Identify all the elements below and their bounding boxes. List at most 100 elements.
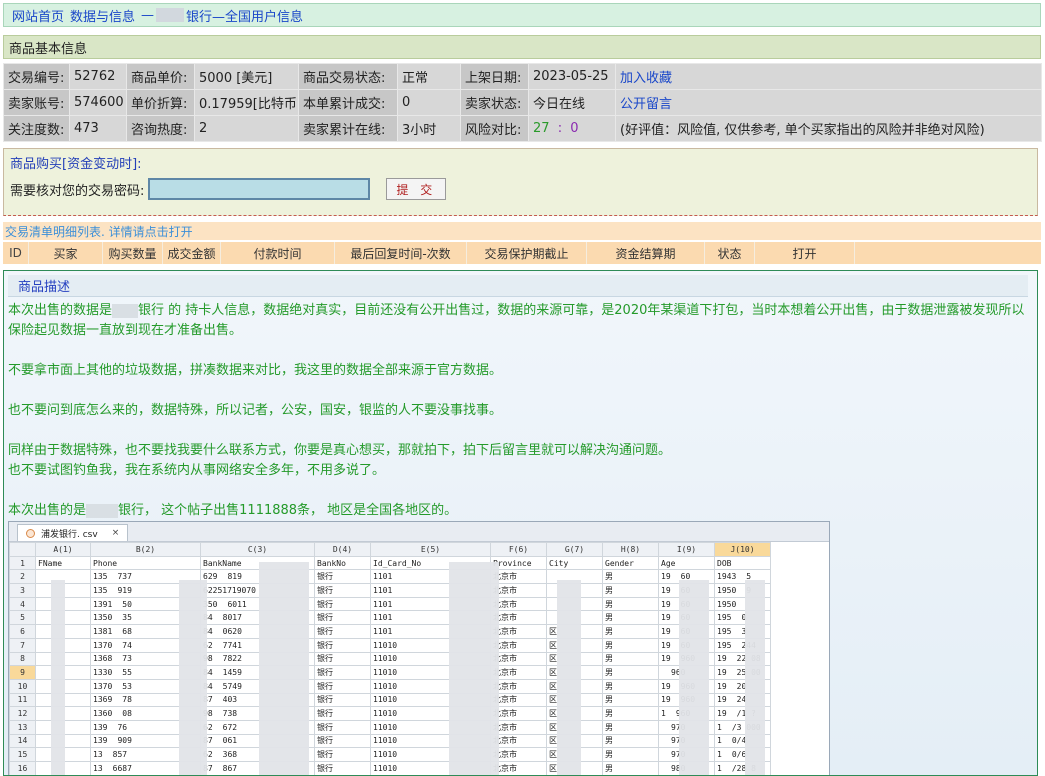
grid-cell-text: 区 (549, 640, 557, 650)
grid-cell: 男 (602, 692, 659, 708)
grid-cell: 银行 (314, 733, 371, 749)
attention-value: 473 (69, 115, 127, 142)
grid-row-number: 8 (9, 651, 36, 667)
grid-cell-text: 银行 (317, 585, 333, 595)
grid-cell-text: 男 (605, 668, 613, 678)
description-paragraph: 本次出售的是 银行， 这个帖子出售1111888条， 地区是全国各地区的。 (8, 501, 1034, 521)
seller-status-value: 今日在线 (528, 89, 616, 116)
price-conversion-value: 0.17959[比特币] (194, 89, 299, 116)
grid-cell-text: 男 (605, 695, 613, 705)
grid-cell-text: 男 (605, 613, 613, 623)
grid-cell-text: 11010 (373, 750, 398, 760)
grid-cell-text: 19 (661, 640, 671, 650)
grid-cell: 银行 (314, 596, 371, 612)
grid-cell-text: 403 (222, 695, 238, 705)
blur-overlay (449, 562, 499, 775)
grid-cell: 男 (602, 610, 659, 626)
breadcrumb: 网站首页 数据与信息 — 银行—全国用户信息 (3, 3, 1041, 27)
grid-cell-text: 19 (661, 599, 671, 609)
grid-cell-text: 银行 (317, 722, 333, 732)
grid-cell-text: 银行 (317, 668, 333, 678)
grid-cell: DOB (714, 555, 771, 571)
grid-cell-text: 9 (20, 668, 25, 678)
trade-password-input[interactable] (148, 178, 371, 200)
grid-cell-text: 男 (605, 736, 613, 746)
col-protection: 交易保护期截止 (467, 242, 587, 264)
grid-cell-text: 1101 (373, 599, 393, 609)
description-paragraph: 也不要问到底怎么来的，数据特殊，所以记者，公安，国安，银监的人不要没事找事。 (8, 403, 503, 418)
submit-button[interactable]: 提 交 (386, 178, 447, 200)
grid-cell: 男 (602, 583, 659, 598)
grid-cell-text: 6011 (227, 599, 247, 609)
description-paragraph: 本次出售的数据是 银行 的 持卡人信息，数据绝对真实，目前还没有公开出售过，数据的… (8, 301, 1034, 341)
col-last-reply: 最后回复时间-次数 (335, 242, 467, 264)
blur-overlay (557, 580, 581, 775)
grid-cell-text: 15 (17, 750, 28, 760)
grid-cell-text: 76 (117, 722, 128, 732)
inquiry-heat-value: 2 (194, 115, 299, 142)
breadcrumb-section-link[interactable]: 数据与信息 (70, 6, 135, 25)
sheet-tabbar: 浦发银行. csv × (9, 522, 829, 542)
grid-cell-text: 857 (112, 750, 128, 760)
grid-cell-text: 8017 (222, 613, 242, 623)
grid-row-number: 12 (9, 706, 36, 721)
grid-row-number: 14 (9, 733, 36, 749)
grid-cell-text: 银行 (317, 640, 333, 650)
public-message-link[interactable]: 公开留言 (615, 89, 1042, 116)
grid-cell: Gender (602, 555, 659, 571)
breadcrumb-home-link[interactable]: 网站首页 (12, 6, 64, 25)
grid-row: 9133055841459银行11010北京市区男9601925 00 (9, 665, 771, 680)
col-buyer: 买家 (29, 242, 103, 264)
grid-cell-text: 银行 (317, 572, 333, 582)
grid-cell-text: 男 (605, 599, 613, 609)
col-settlement: 资金结算期 (587, 242, 705, 264)
grid-cell-text: 909 (117, 736, 132, 746)
grid-column-header: A(1) (35, 542, 91, 557)
trade-status-label: 商品交易状态: (298, 63, 398, 90)
grid-cell-text: 50 (122, 599, 132, 609)
grid-cell: 男 (602, 747, 659, 762)
grid-cell-text: 13 (17, 722, 28, 732)
grid-cell-text: 区 (549, 709, 557, 719)
close-icon: × (111, 528, 120, 538)
grid-cell-text: 1459 (222, 668, 242, 678)
grid-cell-text: 银行 (317, 709, 333, 719)
add-favorite-link[interactable]: 加入收藏 (615, 63, 1042, 90)
grid-cell: 银行 (314, 706, 371, 721)
grid-cell-text: 11010 (373, 709, 398, 719)
ratio-separator: : (557, 121, 563, 136)
grid-cell-text: 12 (17, 709, 28, 719)
grid-row: 151385762368银行11010北京市区男97010/6 (9, 747, 771, 762)
orders-title-link[interactable]: 交易清单明细列表. 详情请点击打开 (3, 222, 1041, 240)
grid-corner (9, 542, 36, 557)
grid-cell-text: 1391 (93, 599, 113, 609)
grid-cell-text: 19 (661, 585, 671, 595)
grid-cell-text: 区 (549, 763, 557, 773)
grid-cell-text: 7741 (222, 640, 242, 650)
grid-column-header: J(10) (714, 542, 771, 557)
blur-overlay (259, 562, 309, 775)
grid-cell-text: 195 (717, 626, 732, 636)
desc-text-f: 银行， 这个帖子出售1111888条， 地区是全国各地区的。 (118, 503, 458, 518)
grid-cell-text: 男 (605, 626, 613, 636)
grid-cell-text: 银行 (317, 626, 333, 636)
col-pay-time: 付款时间 (221, 242, 335, 264)
purchase-panel: 商品购买[资金变动时]: 需要核对您的交易密码: 提 交 (3, 148, 1038, 216)
grid-cell-text: 195 (717, 640, 732, 650)
grid-cell-text: 区 (549, 668, 557, 678)
grid-cell-text: 19 (717, 709, 727, 719)
grid-row-number: 2 (9, 569, 36, 585)
grid-cell-text: 135 (93, 572, 108, 582)
grid-cell-text: 2 (20, 572, 25, 582)
redaction-mask (156, 8, 185, 22)
description-panel: 商品描述 本次出售的数据是 银行 的 持卡人信息，数据绝对真实，目前还没有公开出售… (3, 270, 1038, 776)
grid-cell-text: 14 (17, 736, 28, 746)
listing-date-value: 2023-05-25 (528, 63, 616, 90)
grid-row: 1113697887403银行11010北京市区男199601924 (9, 692, 771, 708)
purchase-title: 商品购买[资金变动时]: (10, 157, 142, 172)
grid-row: 2 135 737 629 819 银行 1101 北京市男 19 60 1943 5 (9, 569, 771, 585)
grid-cell-text: 男 (605, 681, 613, 691)
grid-cell-text: 银行 (317, 763, 333, 773)
grid-cell: 银行 (314, 569, 371, 585)
grid-column-header: I(9) (658, 542, 715, 557)
